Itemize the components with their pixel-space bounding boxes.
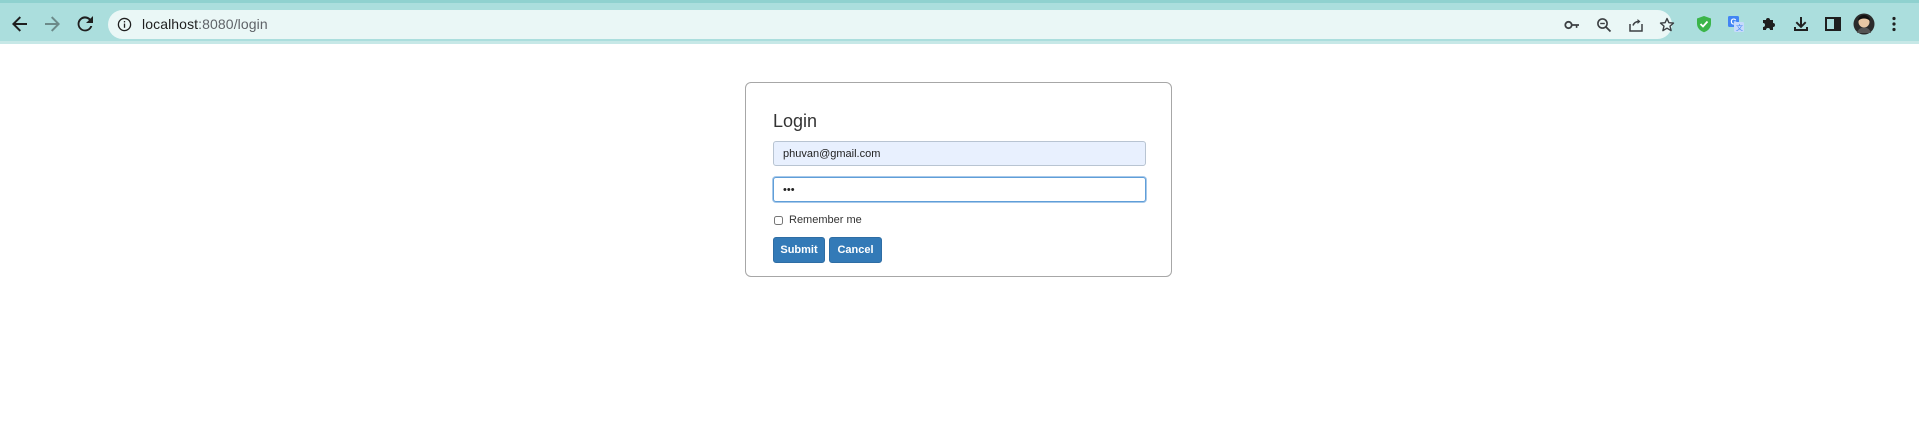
translate-extension-icon: G 文 xyxy=(1728,16,1744,32)
translate-extension-button[interactable]: G 文 xyxy=(1725,13,1747,35)
login-panel: Login Remember me Submit Cancel xyxy=(745,82,1172,277)
shield-extension-icon xyxy=(1697,16,1711,33)
back-arrow-icon xyxy=(12,16,27,32)
remember-me[interactable]: Remember me xyxy=(773,214,862,226)
password-input[interactable] xyxy=(773,177,1146,202)
address-bar[interactable]: localhost:8080/login xyxy=(108,10,1675,39)
star-icon xyxy=(1659,17,1675,32)
share-icon xyxy=(1629,19,1643,32)
shield-extension-button[interactable] xyxy=(1693,13,1715,35)
cancel-button[interactable]: Cancel xyxy=(829,237,882,263)
profile-button[interactable] xyxy=(1853,13,1875,35)
back-button[interactable] xyxy=(8,12,32,36)
password-key-button[interactable] xyxy=(1564,17,1580,33)
downloads-button[interactable] xyxy=(1790,13,1812,35)
key-icon xyxy=(1564,20,1579,30)
kebab-menu-icon xyxy=(1892,16,1896,32)
remember-me-checkbox[interactable] xyxy=(774,215,783,225)
site-info-icon[interactable] xyxy=(117,17,132,32)
side-panel-button[interactable] xyxy=(1822,13,1844,35)
side-panel-icon xyxy=(1825,17,1841,31)
bookmark-button[interactable] xyxy=(1659,17,1675,33)
email-input[interactable] xyxy=(773,141,1146,166)
reload-icon xyxy=(77,16,93,32)
profile-avatar xyxy=(1853,13,1875,35)
url-host: localhost xyxy=(142,16,199,32)
browser-toolbar: localhost:8080/login G 文 xyxy=(0,0,1919,44)
download-icon xyxy=(1794,17,1808,31)
forward-button[interactable] xyxy=(40,12,64,36)
reload-button[interactable] xyxy=(73,12,97,36)
share-button[interactable] xyxy=(1628,17,1644,33)
extensions-button[interactable] xyxy=(1758,13,1780,35)
zoom-button[interactable] xyxy=(1596,17,1612,33)
toolbar-divider xyxy=(0,41,1919,44)
url-path: :8080/login xyxy=(198,16,268,32)
zoom-icon xyxy=(1597,18,1612,33)
forward-arrow-icon xyxy=(45,16,60,32)
login-title: Login xyxy=(773,111,818,131)
submit-button[interactable]: Submit xyxy=(773,237,825,263)
puzzle-icon xyxy=(1763,18,1775,30)
menu-button[interactable] xyxy=(1883,13,1905,35)
svg-text:文: 文 xyxy=(1736,23,1743,32)
remember-me-label: Remember me xyxy=(789,214,862,226)
url-text: localhost:8080/login xyxy=(142,16,268,32)
